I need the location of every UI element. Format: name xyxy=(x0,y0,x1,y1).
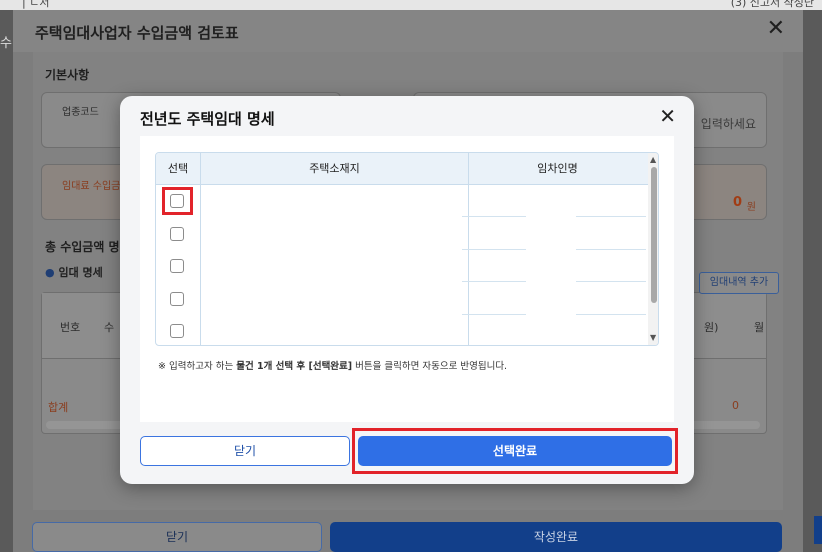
outer-close-icon[interactable]: ✕ xyxy=(767,18,785,40)
col-right-frag2-header: 월 xyxy=(754,321,765,334)
header-select: 선택 xyxy=(167,162,189,175)
write-complete-button[interactable]: 작성완료 xyxy=(330,522,782,552)
checkbox-highlight-box xyxy=(162,187,193,215)
add-rent-detail-button[interactable]: 임대내역 추가 xyxy=(699,272,779,294)
note-prefix: ※ 입력하고자 하는 xyxy=(158,361,237,372)
background-top-strip: | ㄴ서 (3) 신고서 작성단 xyxy=(0,0,822,10)
col-divider xyxy=(468,185,469,345)
row-checkbox-2[interactable] xyxy=(170,227,184,241)
total-label: 합계 xyxy=(48,401,69,414)
scroll-down-icon[interactable]: ▼ xyxy=(650,333,656,342)
table-header: 선택 주택소재지 임차인명 xyxy=(156,153,658,185)
row-checkbox-3[interactable] xyxy=(170,259,184,273)
modal-title: 전년도 주택임대 명세 xyxy=(140,110,275,128)
row-line xyxy=(462,216,526,217)
total-value: 0 xyxy=(732,399,739,412)
col-divider xyxy=(200,185,201,345)
row-checkbox-5[interactable] xyxy=(170,324,184,338)
modal-content-panel: 선택 주택소재지 임차인명 ▲ ▼ ※ 입력하고자 하는 물건 1개 선택 후 … xyxy=(140,136,674,422)
total-income-section-title: 총 수입금액 명 xyxy=(45,240,120,254)
scroll-up-icon[interactable]: ▲ xyxy=(650,155,656,164)
industry-code-label: 업종코드 xyxy=(62,107,99,118)
col-no-header: 번호 xyxy=(60,321,81,334)
modal-close-button[interactable]: 닫기 xyxy=(140,436,350,466)
prev-year-rent-modal: 전년도 주택임대 명세 ✕ 선택 주택소재지 임차인명 ▲ ▼ ※ 입력하고자 … xyxy=(120,96,694,484)
outer-close-button[interactable]: 닫기 xyxy=(32,522,322,552)
instruction-note: ※ 입력하고자 하는 물건 1개 선택 후 [선택완료] 버튼을 클릭하면 자동… xyxy=(158,358,507,372)
modal-close-icon[interactable]: ✕ xyxy=(659,106,676,126)
col-right-frag-header: 원) xyxy=(704,321,719,334)
done-highlight-box xyxy=(352,428,678,474)
outer-dialog-header: 주택임대사업자 수입금액 검토표 ✕ xyxy=(13,10,803,52)
background-left-fragment: 수 xyxy=(0,36,12,51)
header-tenant: 임차인명 xyxy=(468,153,646,185)
rent-selection-table: 선택 주택소재지 임차인명 ▲ ▼ xyxy=(155,152,659,346)
note-bold: 물건 1개 선택 후 [선택완료] xyxy=(236,361,353,372)
scroll-thumb[interactable] xyxy=(651,167,657,303)
rent-income-value: 0 xyxy=(732,195,742,210)
note-suffix: 버튼을 클릭하면 자동으로 반영됩니다. xyxy=(352,361,508,372)
row-line xyxy=(576,281,646,282)
background-edge-button xyxy=(814,516,822,544)
background-title-fragment: | ㄴ서 xyxy=(22,0,50,9)
rent-income-label: 임대료 수입금 xyxy=(62,181,121,192)
rent-income-unit: 원 xyxy=(746,202,756,213)
col-frag-header: 수 xyxy=(104,321,115,334)
row-line xyxy=(576,216,646,217)
rent-detail-label: ● 임대 명세 xyxy=(45,264,103,280)
row-line xyxy=(462,281,526,282)
row-line xyxy=(576,314,646,315)
row-line xyxy=(462,249,526,250)
row-line xyxy=(576,249,646,250)
outer-footer: 닫기 작성완료 xyxy=(32,522,782,552)
row-line xyxy=(462,314,526,315)
row-checkbox-4[interactable] xyxy=(170,292,184,306)
industry-input-placeholder: 입력하세요 xyxy=(700,117,756,131)
outer-dialog-title: 주택임대사업자 수입금액 검토표 xyxy=(35,24,239,42)
vertical-scrollbar[interactable]: ▲ ▼ xyxy=(648,153,658,345)
basic-section-title: 기본사항 xyxy=(45,68,90,82)
background-step-fragment: (3) 신고서 작성단 xyxy=(730,0,814,9)
header-address: 주택소재지 xyxy=(200,153,468,185)
rent-detail-label-text: 임대 명세 xyxy=(58,266,103,279)
radio-dot-icon: ● xyxy=(45,266,55,279)
